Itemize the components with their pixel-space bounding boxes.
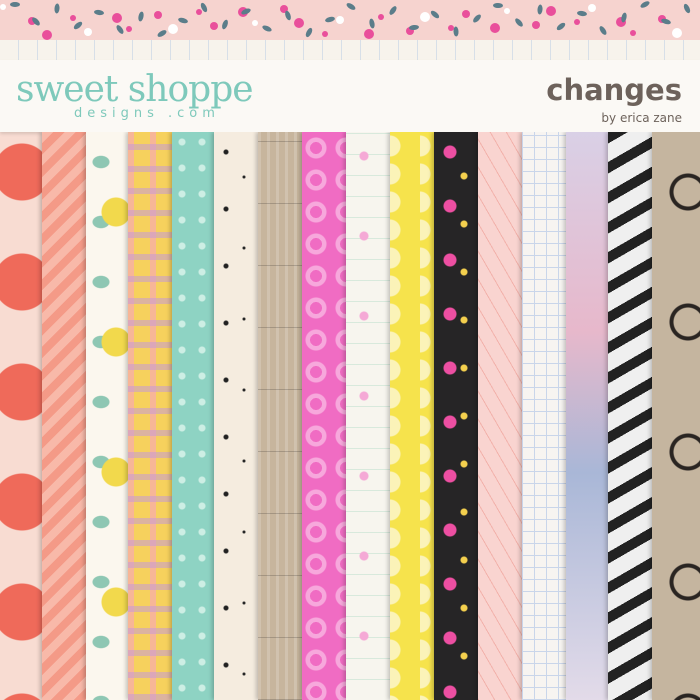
lined-paper-strip (0, 40, 700, 61)
flower-dot (490, 23, 500, 33)
flower-dot (126, 26, 132, 32)
flower-dot (0, 4, 6, 10)
flower-dot (364, 29, 374, 39)
logo-text: sweet shoppe (16, 69, 254, 110)
leaf-mark (156, 28, 168, 39)
leaf-mark (220, 18, 230, 31)
leaf-mark (388, 4, 398, 17)
leaf-mark (72, 20, 84, 31)
product-title: changes (546, 73, 682, 107)
leaf-mark (429, 9, 441, 20)
leaf-mark (620, 12, 628, 23)
leaf-mark (137, 11, 145, 22)
flower-dot (154, 11, 162, 19)
flower-dot (294, 18, 304, 28)
leaf-mark (576, 10, 588, 17)
leaf-mark (10, 2, 20, 7)
leaf-mark (513, 17, 525, 28)
flower-dot (322, 31, 328, 37)
flower-dot (42, 30, 52, 40)
flower-dot (574, 19, 580, 25)
flower-dot (336, 16, 344, 24)
leaf-mark (660, 17, 672, 26)
product-byline: by erica zane (601, 111, 682, 125)
logo-subtext: designs .com (74, 106, 220, 121)
leaf-mark (54, 3, 60, 14)
leaf-mark (598, 24, 608, 37)
flower-dot (112, 13, 122, 23)
flower-dot (462, 10, 470, 18)
flower-dot (84, 28, 92, 36)
leaf-mark (537, 4, 543, 15)
leaf-mark (304, 26, 314, 39)
leaf-mark (177, 16, 189, 25)
leaf-mark (453, 26, 459, 37)
leaf-mark (30, 16, 42, 27)
flower-dot (672, 28, 682, 38)
leaf-mark (682, 2, 692, 15)
floral-top-paper (0, 0, 700, 42)
flower-dot (196, 9, 202, 15)
flower-dot (546, 6, 556, 16)
title-banner: sweet shoppe designs .com changes by eri… (0, 60, 700, 132)
leaf-mark (261, 24, 273, 33)
leaf-mark (555, 21, 567, 32)
flower-dot (504, 8, 510, 14)
leaf-mark (345, 1, 357, 12)
leaf-mark (639, 0, 651, 10)
leaf-mark (115, 23, 125, 36)
leaf-mark (368, 18, 376, 29)
leaf-mark (492, 2, 504, 9)
flower-dot (630, 30, 636, 36)
flower-dot (420, 12, 430, 22)
paper-kraft-ink-circles (652, 132, 700, 700)
flower-dot (210, 22, 218, 30)
flower-dot (70, 15, 76, 21)
leaf-mark (324, 15, 336, 24)
leaf-mark (93, 9, 105, 16)
flower-dot (168, 24, 178, 34)
leaf-mark (284, 9, 292, 22)
paper-fan (0, 132, 700, 700)
flower-dot (252, 20, 258, 26)
flower-dot (532, 21, 540, 29)
flower-dot (588, 4, 596, 12)
leaf-mark (408, 24, 420, 31)
flower-dot (378, 14, 384, 20)
leaf-mark (471, 13, 483, 24)
